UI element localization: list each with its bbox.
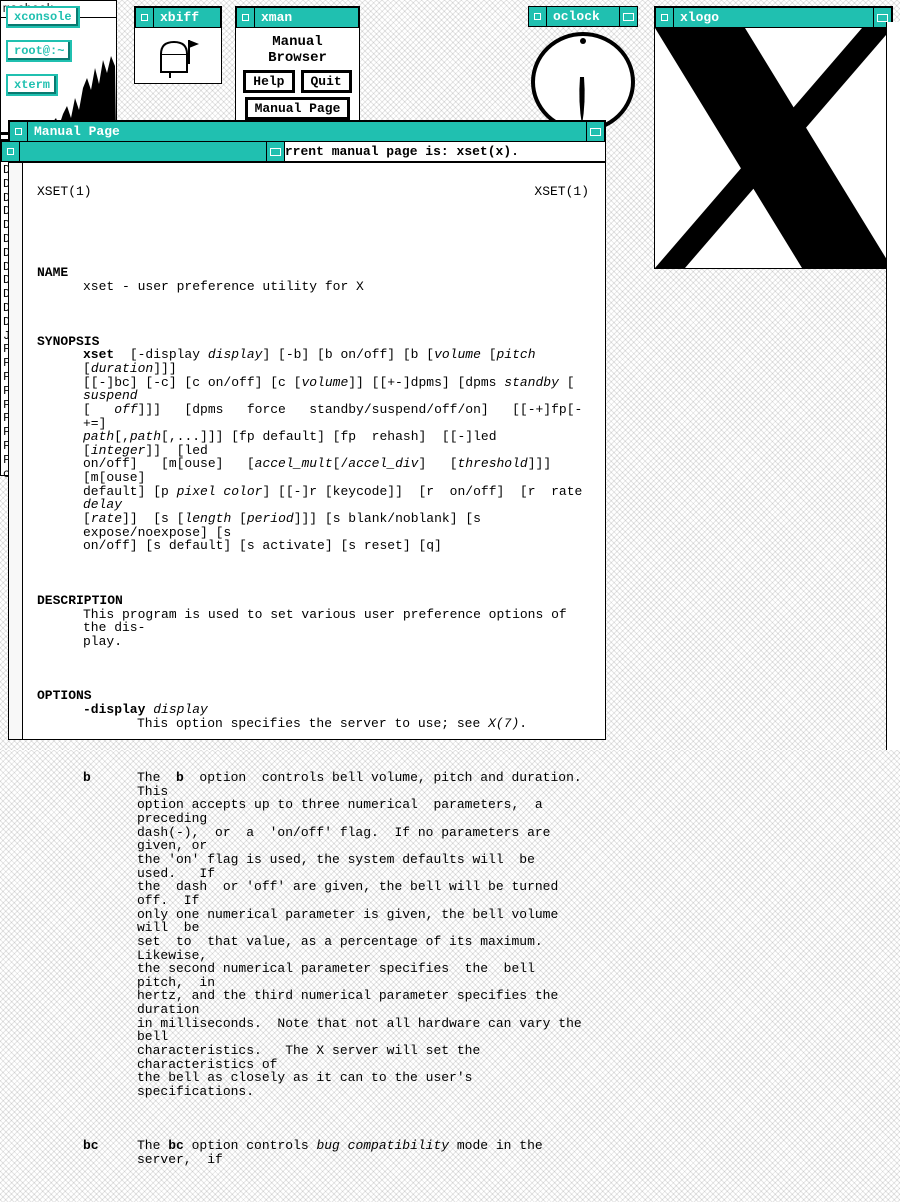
- xbiff-mailbox-icon: [135, 28, 221, 83]
- window-menu-icon[interactable]: [10, 122, 28, 141]
- clock-face: [528, 27, 638, 127]
- xbiff-titlebar[interactable]: xbiff: [135, 7, 221, 28]
- xlogo-title: xlogo: [674, 10, 873, 25]
- maximize-icon[interactable]: [586, 122, 604, 141]
- window-menu-icon[interactable]: [136, 8, 154, 27]
- terminal-titlebar[interactable]: [1, 141, 285, 162]
- window-menu-icon[interactable]: [529, 7, 547, 26]
- scrollbar[interactable]: [9, 163, 23, 739]
- manual-page-button[interactable]: Manual Page: [245, 97, 351, 120]
- window-menu-icon[interactable]: [656, 8, 674, 27]
- xman-window[interactable]: xman Manual Browser Help Quit Manual Pag…: [235, 6, 360, 131]
- xbiff-title: xbiff: [154, 10, 220, 25]
- oclock-window[interactable]: oclock: [528, 6, 638, 127]
- manual-content: XSET(1)XSET(1) NAME xset - user preferen…: [9, 163, 605, 1202]
- xload-graph: [1, 18, 116, 135]
- manual-page-title: Manual Page: [28, 124, 586, 139]
- window-menu-icon[interactable]: [237, 8, 255, 27]
- manual-page-titlebar[interactable]: Manual Page: [9, 121, 605, 142]
- oclock-titlebar[interactable]: oclock: [528, 6, 638, 27]
- xload-window[interactable]: macbook: [0, 0, 117, 140]
- window-menu-icon[interactable]: [2, 142, 20, 161]
- x-logo-icon: [655, 28, 892, 268]
- manual-page-window[interactable]: Manual Page Options Sections The current…: [8, 120, 606, 740]
- oclock-title: oclock: [547, 9, 619, 24]
- xbiff-window[interactable]: xbiff: [134, 6, 222, 84]
- xlogo-window[interactable]: xlogo: [654, 6, 893, 269]
- xlogo-titlebar[interactable]: xlogo: [655, 7, 892, 28]
- scrollbar[interactable]: [886, 22, 900, 750]
- xman-title: xman: [255, 10, 358, 25]
- quit-button[interactable]: Quit: [301, 70, 352, 93]
- xman-titlebar[interactable]: xman: [236, 7, 359, 28]
- maximize-icon[interactable]: [619, 7, 637, 26]
- maximize-icon[interactable]: [266, 142, 284, 161]
- xman-browser-title: Manual Browser: [242, 34, 353, 66]
- help-button[interactable]: Help: [243, 70, 294, 93]
